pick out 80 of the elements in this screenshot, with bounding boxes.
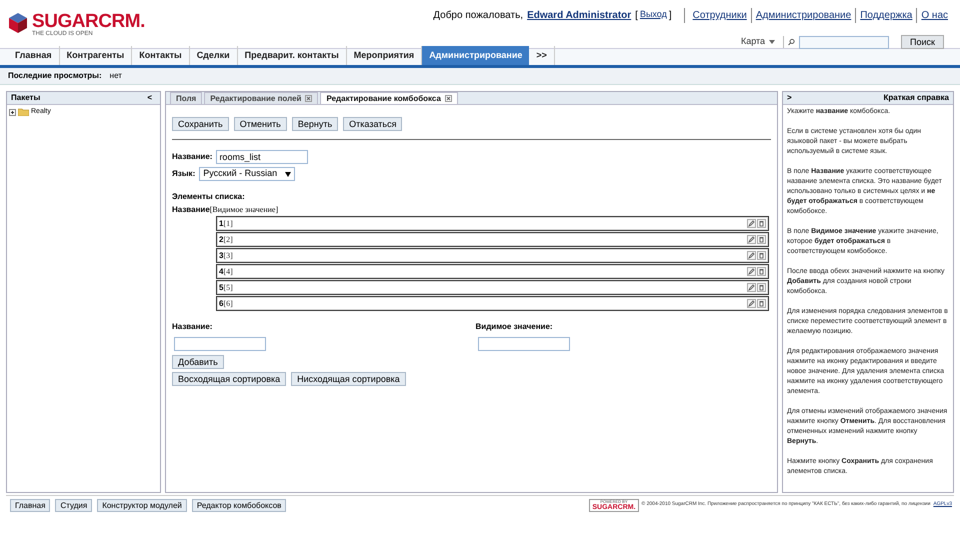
list-item-label: 3[3] (219, 250, 234, 262)
field-label: Язык: (172, 168, 196, 180)
caret-icon (769, 40, 776, 44)
delete-icon[interactable] (757, 251, 766, 260)
sort-button[interactable]: Нисходящая сортировка (291, 372, 406, 386)
list-item-label: 4[4] (219, 266, 234, 278)
nav-tab[interactable]: Сделки (190, 46, 238, 65)
header-link[interactable]: Администрирование (750, 8, 856, 23)
expand-button[interactable]: > (787, 92, 792, 104)
footer-tab[interactable]: Главная (10, 498, 50, 512)
welcome-text: Добро пожаловать, (433, 9, 524, 23)
header-link[interactable]: О нас (916, 8, 952, 23)
editor-tab[interactable]: Редактирование полей (204, 92, 318, 104)
map-menu[interactable]: Карта (740, 35, 776, 49)
column-label: [Видимое значение] (210, 204, 278, 216)
search-button[interactable]: Поиск (901, 35, 944, 49)
expand-icon[interactable] (9, 108, 16, 116)
delete-icon[interactable] (757, 299, 766, 308)
display-value-input[interactable] (478, 337, 570, 351)
list-item-row[interactable]: 4[4] (216, 264, 769, 279)
delete-icon[interactable] (757, 235, 766, 244)
delete-icon[interactable] (757, 283, 766, 292)
edit-icon[interactable] (747, 251, 756, 260)
bracket-text: ] (668, 9, 672, 23)
editor-tab[interactable]: Редактирование комбобокса (320, 92, 458, 104)
editor-tab[interactable]: Поля (170, 92, 202, 104)
field-label: Видимое значение: (476, 321, 553, 333)
footer-tab[interactable]: Редактор комбобоксов (192, 498, 286, 512)
recent-value: нет (110, 70, 122, 82)
list-item-label: 5[5] (219, 282, 234, 294)
nav-tab[interactable]: Предварит. контакты (238, 46, 347, 65)
edit-icon[interactable] (747, 267, 756, 276)
caret-icon (285, 172, 292, 176)
list-item-row[interactable]: 2[2] (216, 232, 769, 247)
add-button[interactable]: Добавить (172, 355, 224, 369)
sort-button[interactable]: Восходящая сортировка (172, 372, 286, 386)
footer-tab[interactable]: Конструктор модулей (97, 498, 187, 512)
edit-icon[interactable] (747, 283, 756, 292)
logout-link[interactable]: Выход (640, 8, 667, 23)
list-item-row[interactable]: 3[3] (216, 248, 769, 263)
list-item-label: 1[1] (219, 218, 234, 230)
cube-logo-icon (8, 12, 28, 34)
field-label: Название: (172, 321, 212, 333)
list-item-row[interactable]: 1[1] (216, 216, 769, 231)
search-field[interactable] (799, 36, 890, 48)
nav-tab[interactable]: Контакты (132, 46, 190, 65)
column-label: Название (172, 204, 210, 216)
collapse-button[interactable]: < (143, 92, 156, 104)
language-select[interactable]: Русский - Russian (199, 167, 296, 181)
delete-icon[interactable] (757, 219, 766, 228)
folder-icon (18, 108, 29, 116)
delete-icon[interactable] (757, 267, 766, 276)
panel-title: Краткая справка (884, 92, 949, 104)
name-input[interactable] (174, 337, 266, 351)
list-item-row[interactable]: 6[6] (216, 296, 769, 311)
nav-tab[interactable]: Администрирование (422, 46, 530, 65)
field-label: Название: (172, 151, 212, 163)
action-button[interactable]: Отменить (234, 117, 287, 131)
list-item-label: 6[6] (219, 298, 234, 310)
nav-tab[interactable]: Контрагенты (60, 46, 132, 65)
user-link[interactable]: Edward Administrator (527, 8, 632, 23)
name-field[interactable]: rooms_list (216, 150, 308, 164)
section-title: Элементы списка: (172, 191, 246, 203)
logo-text: SUGARCRM. (32, 12, 145, 31)
nav-tab[interactable]: Главная (8, 46, 60, 65)
footer-tab[interactable]: Студия (55, 498, 92, 512)
panel-title: Пакеты (11, 92, 40, 104)
recent-label: Последние просмотры: (8, 70, 102, 82)
nav-tab[interactable]: >> (529, 46, 555, 65)
edit-icon[interactable] (747, 299, 756, 308)
edit-icon[interactable] (747, 219, 756, 228)
action-button[interactable]: Отказаться (343, 117, 402, 131)
header-link[interactable]: Поддержка (855, 8, 916, 23)
list-item-row[interactable]: 5[5] (216, 280, 769, 295)
header-link[interactable]: Сотрудники (688, 8, 751, 23)
bracket-text: [ (635, 9, 638, 23)
action-button[interactable]: Сохранить (172, 117, 229, 131)
list-item-label: 2[2] (219, 234, 234, 246)
action-button[interactable]: Вернуть (292, 117, 338, 131)
edit-icon[interactable] (747, 235, 756, 244)
